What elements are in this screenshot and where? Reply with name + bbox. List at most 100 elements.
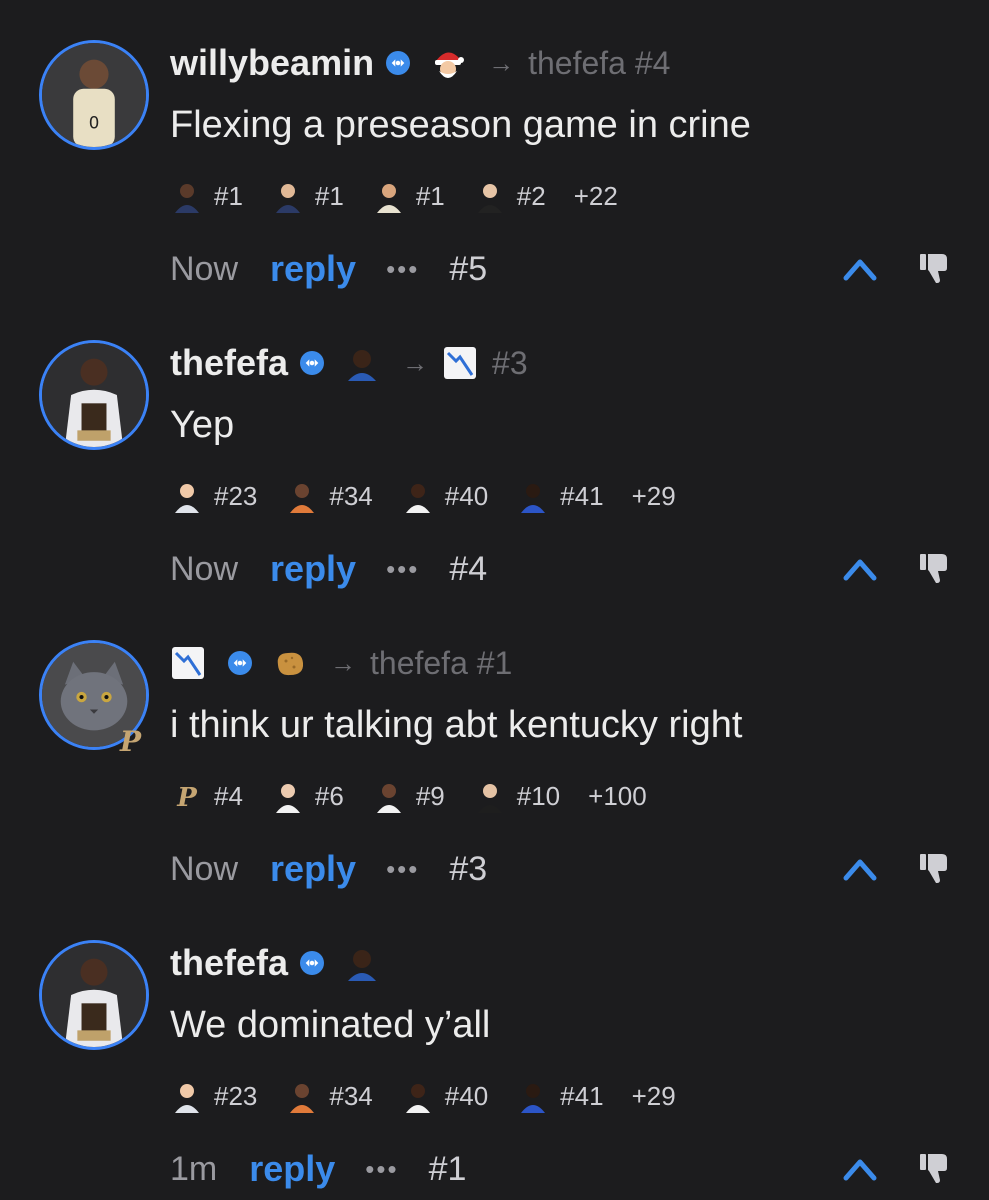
player-tag[interactable]: #1 xyxy=(271,179,344,213)
more-options-button[interactable]: ••• xyxy=(365,1154,398,1185)
player-tag[interactable]: #40 xyxy=(401,479,488,513)
comment-number: #4 xyxy=(449,549,488,588)
verified-badge-icon xyxy=(300,951,325,975)
comment-number: #1 xyxy=(428,1149,467,1188)
thumbs-down-icon[interactable] xyxy=(918,250,950,284)
comment-header: thefefa xyxy=(170,940,380,986)
player-avatar-icon xyxy=(42,943,146,1047)
comment-footer: Now reply ••• #4 xyxy=(170,546,487,592)
player-tag[interactable]: #40 xyxy=(401,1079,488,1113)
verified-badge-icon xyxy=(228,651,252,675)
username[interactable]: thefefa xyxy=(170,942,288,984)
thumbs-down-icon[interactable] xyxy=(918,850,950,884)
reply-target[interactable]: #3 xyxy=(492,345,528,382)
timestamp: Now xyxy=(170,249,239,288)
player-tag[interactable]: #34 xyxy=(285,1079,373,1113)
player-tag[interactable]: #6 xyxy=(271,779,344,813)
upvote-icon[interactable] xyxy=(842,1152,878,1186)
svg-text:0: 0 xyxy=(89,113,100,132)
santa-emoji-icon xyxy=(430,45,466,81)
reply-arrow-icon: → xyxy=(402,347,429,378)
player-face-icon xyxy=(170,1079,204,1113)
comment-text: We dominated y’all xyxy=(170,1004,491,1046)
player-tags: #1 #1 #1 #2 +22 xyxy=(170,176,618,216)
player-face-icon xyxy=(372,779,406,813)
player-tag[interactable]: #1 xyxy=(170,179,243,213)
thumbs-down-icon[interactable] xyxy=(918,550,950,584)
thumbs-down-icon[interactable] xyxy=(918,1150,950,1184)
comment: 0 willybeamin → thefefa #4 Flexing a pre… xyxy=(0,0,989,300)
player-tags: P #4 #6 #9 #10 +100 xyxy=(170,776,647,816)
purdue-badge: P xyxy=(120,725,142,758)
comment-header: thefefa → #3 xyxy=(170,340,528,386)
comment-footer: 1m reply ••• #1 xyxy=(170,1146,466,1192)
avatar[interactable]: 0 xyxy=(39,40,149,150)
comment-number: #5 xyxy=(449,249,488,288)
chart-decreasing-icon[interactable] xyxy=(170,645,206,681)
comment-footer: Now reply ••• #5 xyxy=(170,246,487,292)
more-options-button[interactable]: ••• xyxy=(386,254,419,285)
player-tags: #23 #34 #40 #41 +29 xyxy=(170,1076,676,1116)
player-face-icon xyxy=(372,179,406,213)
comment: thefefa → #3 Yep #23 #34 #40 #41 +29 Now… xyxy=(0,300,989,600)
player-face-icon xyxy=(271,779,305,813)
player-tag[interactable]: #23 xyxy=(170,1079,257,1113)
player-tag[interactable]: P #4 xyxy=(170,779,243,814)
comment-header: → thefefa #1 xyxy=(170,640,512,686)
reply-button[interactable]: reply xyxy=(270,548,356,590)
comment: thefefa We dominated y’all #23 #34 #40 #… xyxy=(0,900,989,1200)
player-tag[interactable]: #41 xyxy=(516,479,604,513)
player-face-icon xyxy=(473,779,507,813)
upvote-icon[interactable] xyxy=(842,852,878,886)
purdue-logo-icon: P xyxy=(170,779,204,813)
reply-button[interactable]: reply xyxy=(270,248,356,290)
avatar[interactable] xyxy=(39,340,149,450)
player-face-icon xyxy=(401,479,435,513)
reply-button[interactable]: reply xyxy=(249,1148,335,1190)
more-tags[interactable]: +29 xyxy=(632,481,676,512)
player-tag[interactable]: #1 xyxy=(372,179,445,213)
comment-footer: Now reply ••• #3 xyxy=(170,846,487,892)
player-face-icon xyxy=(170,479,204,513)
username[interactable]: thefefa xyxy=(170,342,288,384)
more-tags[interactable]: +22 xyxy=(574,181,618,212)
more-options-button[interactable]: ••• xyxy=(386,554,419,585)
upvote-icon[interactable] xyxy=(842,552,878,586)
svg-text:P: P xyxy=(176,783,198,813)
player-tag[interactable]: #2 xyxy=(473,179,546,213)
timestamp: 1m xyxy=(170,1149,218,1188)
player-tag[interactable]: #41 xyxy=(516,1079,604,1113)
player-tag[interactable]: #10 xyxy=(473,779,560,813)
player-face-icon xyxy=(473,179,507,213)
username[interactable]: willybeamin xyxy=(170,42,374,84)
comment-text: Yep xyxy=(170,404,235,446)
player-avatar-icon: 0 xyxy=(42,43,146,147)
comment-header: willybeamin → thefefa #4 xyxy=(170,40,670,86)
comment-text: Flexing a preseason game in crine xyxy=(170,104,751,146)
more-tags[interactable]: +29 xyxy=(632,1081,676,1112)
comment-number: #3 xyxy=(449,849,488,888)
comment: P → thefefa #1 i think ur talking abt ke… xyxy=(0,600,989,900)
reply-button[interactable]: reply xyxy=(270,848,356,890)
player-badge-icon xyxy=(344,345,380,381)
player-badge-icon xyxy=(344,945,380,981)
more-options-button[interactable]: ••• xyxy=(386,854,419,885)
upvote-icon[interactable] xyxy=(842,252,878,286)
player-tag[interactable]: #34 xyxy=(285,479,373,513)
reply-target[interactable]: thefefa #4 xyxy=(528,45,670,82)
verified-badge-icon xyxy=(386,51,411,75)
more-tags[interactable]: +100 xyxy=(588,781,647,812)
comment-text: i think ur talking abt kentucky right xyxy=(170,704,743,746)
player-avatar-icon xyxy=(42,343,146,447)
avatar[interactable] xyxy=(39,940,149,1050)
player-face-icon xyxy=(271,179,305,213)
player-tags: #23 #34 #40 #41 +29 xyxy=(170,476,676,516)
player-tag[interactable]: #9 xyxy=(372,779,445,813)
player-tag[interactable]: #23 xyxy=(170,479,257,513)
reply-arrow-icon: → xyxy=(330,647,356,678)
chicken-nugget-icon xyxy=(272,645,308,681)
verified-badge-icon xyxy=(300,351,325,375)
reply-target[interactable]: thefefa #1 xyxy=(370,645,512,682)
player-face-icon xyxy=(170,179,204,213)
player-face-icon xyxy=(285,1079,319,1113)
